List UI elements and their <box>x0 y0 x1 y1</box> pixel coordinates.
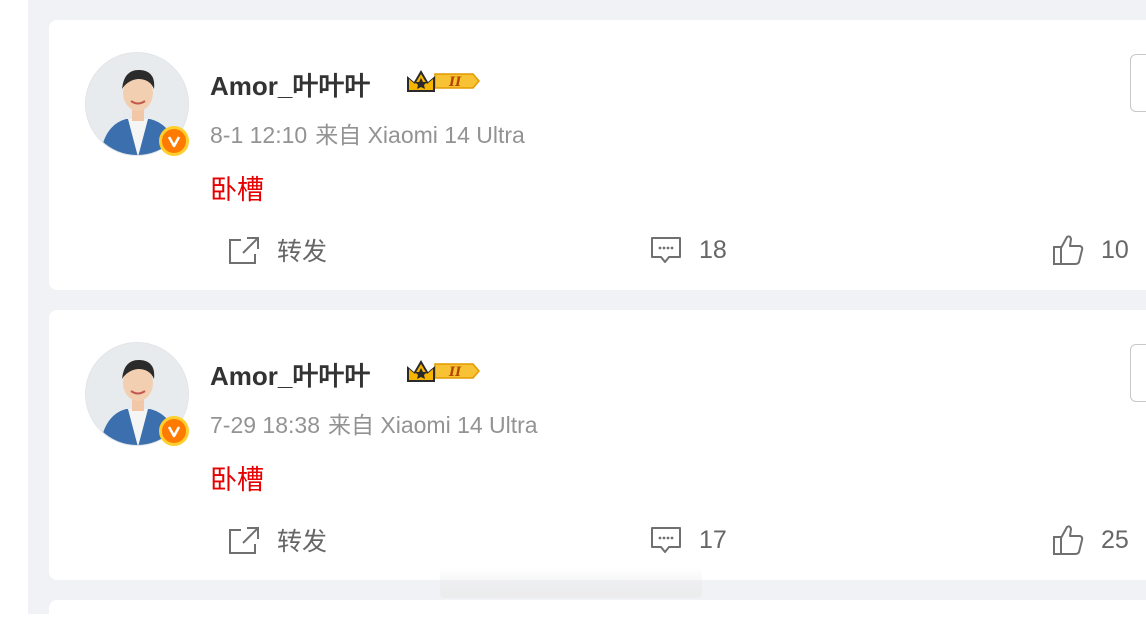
svg-text:II: II <box>448 75 462 90</box>
post-source: 来自 Xiaomi 14 Ultra <box>315 122 525 148</box>
post-content: 卧槽 <box>210 175 264 205</box>
svg-text:II: II <box>448 365 462 380</box>
avatar[interactable] <box>85 342 189 446</box>
feed-post: Amor_叶叶叶 II 7-29 18:38 来自 Xiaomi 14 Ultra… <box>49 310 1146 580</box>
post-actions: 转发 17 25 <box>49 520 1146 560</box>
post-menu-button[interactable] <box>1130 344 1146 402</box>
comment-button[interactable]: 18 <box>649 230 727 270</box>
comment-count: 18 <box>699 235 727 264</box>
share-icon <box>229 527 259 554</box>
share-icon <box>229 237 259 264</box>
crown-vip-icon[interactable]: II <box>405 356 481 386</box>
share-label: 转发 <box>277 528 328 556</box>
like-count: 10 <box>1101 235 1129 264</box>
verified-v-icon <box>159 416 189 446</box>
verified-v-icon <box>159 126 189 156</box>
comment-count: 17 <box>699 525 727 554</box>
post-time[interactable]: 8-1 12:10 <box>210 122 307 148</box>
like-button[interactable]: 25 <box>1051 520 1129 560</box>
like-count: 25 <box>1101 525 1129 554</box>
post-content: 卧槽 <box>210 465 264 495</box>
post-meta: 8-1 12:10 来自 Xiaomi 14 Ultra <box>210 116 525 150</box>
crown-vip-icon[interactable]: II <box>405 66 481 96</box>
scroll-indicator[interactable] <box>440 568 702 598</box>
post-meta: 7-29 18:38 来自 Xiaomi 14 Ultra <box>210 406 538 440</box>
feed-post: Amor_叶叶叶 II 8-1 12:10 来自 Xiaomi 14 Ultra … <box>49 20 1146 290</box>
like-icon <box>1053 235 1084 265</box>
comment-button[interactable]: 17 <box>649 520 727 560</box>
username[interactable]: Amor_叶叶叶 <box>210 356 370 393</box>
share-button[interactable]: 转发 <box>227 520 327 560</box>
share-button[interactable]: 转发 <box>227 230 327 270</box>
comment-icon <box>651 237 681 263</box>
share-label: 转发 <box>277 238 328 266</box>
like-icon <box>1053 525 1084 555</box>
post-menu-button[interactable] <box>1130 54 1146 112</box>
feed-post-partial <box>49 600 1146 630</box>
post-actions: 转发 18 10 <box>49 230 1146 270</box>
comment-icon <box>651 527 681 553</box>
post-time[interactable]: 7-29 18:38 <box>210 412 320 438</box>
like-button[interactable]: 10 <box>1051 230 1129 270</box>
avatar[interactable] <box>85 52 189 156</box>
username[interactable]: Amor_叶叶叶 <box>210 66 370 103</box>
post-source: 来自 Xiaomi 14 Ultra <box>327 412 538 438</box>
